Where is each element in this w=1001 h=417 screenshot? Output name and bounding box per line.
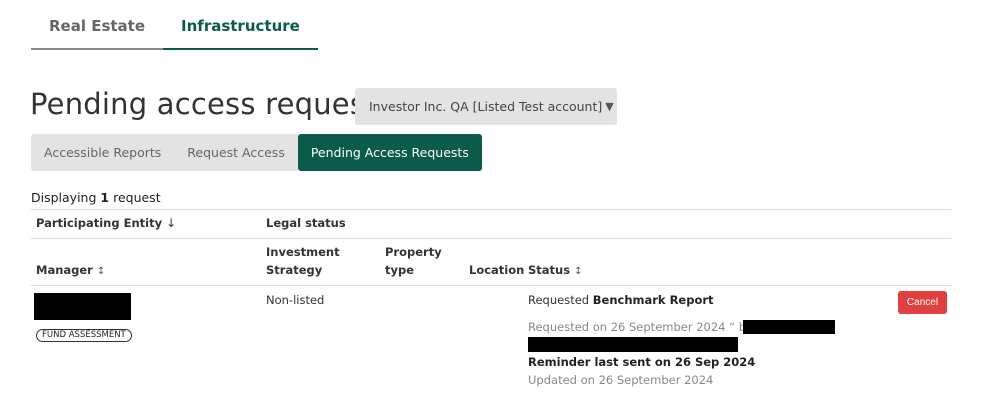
cancel-button[interactable]: Cancel [898,291,947,314]
header-legal-status: Legal status [266,216,346,230]
reminder-text: Reminder last sent on 26 Sep 2024 [528,355,756,369]
sub-tabs: Accessible Reports Request Access Pendin… [31,134,482,171]
result-count-number: 1 [100,190,110,205]
result-count: Displaying 1 request [31,190,161,205]
status-requested-item: Benchmark Report [592,293,714,307]
tab-pending-access-requests[interactable]: Pending Access Requests [297,134,482,171]
header-location: Location [469,263,525,277]
divider [31,285,951,286]
chevron-down-icon: ▼ [605,100,614,113]
page-title: Pending access requests [30,87,393,121]
redacted-requester-email [528,337,738,352]
tab-request-access[interactable]: Request Access [174,134,298,171]
divider [31,238,951,239]
updated-on-text: Updated on 26 September 2024 [528,373,714,387]
tab-infrastructure[interactable]: Infrastructure [163,0,318,50]
status-requested-prefix: Requested [528,293,590,307]
cell-investment-strategy: Non-listed [266,293,325,307]
account-select-value: Investor Inc. QA [Listed Test account] [369,99,603,114]
header-participating-entity-label: Participating Entity [36,216,163,230]
header-status-label: Status [528,263,571,277]
sort-down-icon: ↓ [166,216,177,230]
sort-icon: ↕ [574,266,583,277]
fund-assessment-badge: FUND ASSESSMENT [36,329,132,342]
header-investment-strategy-line1: Investment [266,245,340,259]
sort-icon: ↕ [96,266,106,277]
header-property-type-line2: type [385,263,415,277]
header-manager-label: Manager [36,263,93,277]
account-select[interactable]: Investor Inc. QA [Listed Test account] ▼ [355,88,617,125]
header-property-type: Property type [385,243,442,279]
header-status[interactable]: Status ↕ [528,261,582,281]
status-requested: Requested Benchmark Report [528,293,714,307]
result-count-suffix: request [113,190,161,205]
header-investment-strategy-line2: Strategy [266,263,323,277]
redacted-requester [743,320,835,334]
divider [31,209,951,210]
result-count-prefix: Displaying [31,190,97,205]
header-investment-strategy: Investment Strategy [266,243,340,279]
header-participating-entity[interactable]: Participating Entity ↓ [36,214,176,232]
header-property-type-line1: Property [385,245,442,259]
tab-real-estate[interactable]: Real Estate [31,0,164,50]
tab-accessible-reports[interactable]: Accessible Reports [31,134,175,171]
top-tabs: Real Estate Infrastructure [31,0,318,50]
header-manager[interactable]: Manager ↕ [36,261,105,281]
requested-on-text: Requested on 26 September 2024 “ by [528,320,753,334]
redacted-manager-name [34,293,131,320]
